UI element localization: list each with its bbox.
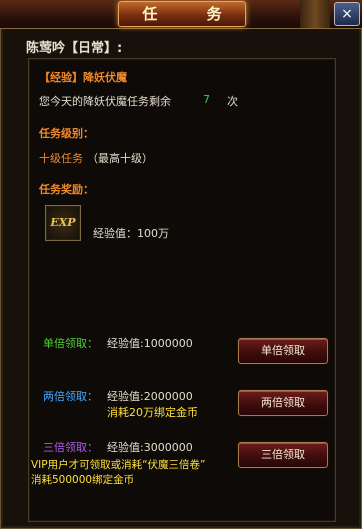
remaining-unit: 次 [227, 95, 238, 108]
triple-claim-label: 三倍领取： [43, 441, 98, 454]
title-bar: 任 务 × [0, 0, 362, 29]
npc-title: 陈莺吟【日常】: [26, 41, 123, 56]
level-heading: 任务级别： [39, 127, 94, 140]
vip-note-line1: VIP用户才可领取或消耗“伏魔三倍卷” [31, 459, 206, 471]
quest-name: 【经验】降妖伏魔 [39, 71, 127, 84]
reward-heading: 任务奖励： [39, 183, 94, 196]
vip-note-line2: 消耗500000绑定金币 [31, 474, 135, 486]
quest-level: 十级任务 [39, 152, 83, 165]
remaining-label: 您今天的降妖伏魔任务剩余 [39, 95, 171, 108]
double-claim-cost: 消耗20万绑定金币 [107, 406, 198, 419]
single-claim-label: 单倍领取： [43, 337, 98, 350]
triple-claim-button[interactable]: 三倍领取 [238, 442, 328, 468]
single-claim-button[interactable]: 单倍领取 [238, 338, 328, 364]
remaining-count: 7 [203, 93, 210, 106]
window-title: 任 务 [118, 1, 246, 27]
double-claim-exp: 经验值:2000000 [107, 390, 193, 403]
double-claim-label: 两倍领取： [43, 390, 98, 403]
titlebar-ornament [300, 0, 330, 28]
exp-reward-icon: EXP [45, 205, 81, 241]
level-note: （最高十级） [87, 152, 153, 165]
close-button[interactable]: × [334, 2, 360, 26]
triple-claim-exp: 经验值:3000000 [107, 441, 193, 454]
reward-exp: 经验值：100万 [93, 227, 169, 240]
double-claim-button[interactable]: 两倍领取 [238, 390, 328, 416]
single-claim-exp: 经验值:1000000 [107, 337, 193, 350]
quest-panel: 【经验】降妖伏魔 您今天的降妖伏魔任务剩余 7 次 任务级别： 十级任务 （最高… [28, 58, 336, 522]
